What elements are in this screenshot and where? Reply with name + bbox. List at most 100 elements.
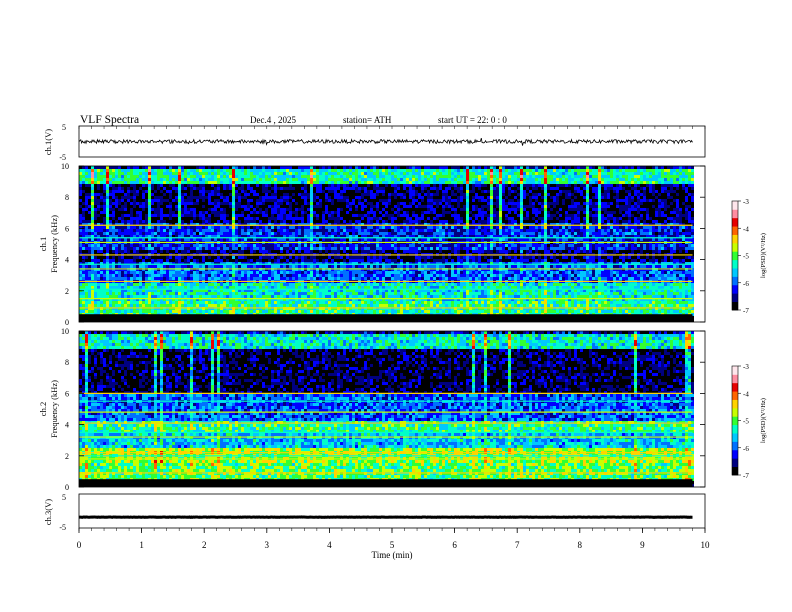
ch1-spec-cell (97, 229, 100, 232)
ch1-spec-cell (208, 304, 211, 307)
ch1-spec-cell (271, 199, 274, 202)
ch1-spec-cell (178, 277, 181, 280)
ch1-spec-cell (361, 208, 364, 211)
ch1-spec-cell (130, 217, 133, 220)
ch1-spec-cell (163, 247, 166, 250)
ch1-spec-cell (337, 265, 340, 268)
ch1-spec-cell (229, 220, 232, 223)
ch1-spec-cell (220, 271, 223, 274)
ch1-spec-cell (118, 187, 121, 190)
ch1-spec-cell (175, 286, 178, 289)
ch1-spec-cell (235, 265, 238, 268)
ch1-spec-cell (184, 217, 187, 220)
ch1-spec-cell (286, 304, 289, 307)
ch1-spec-cell (148, 256, 151, 259)
ch1-spec-cell (340, 178, 343, 181)
ch1-spec-cell (187, 247, 190, 250)
ch1-spec-cell (352, 196, 355, 199)
ch1-spec-cell (115, 256, 118, 259)
ch1-spec-cell (214, 286, 217, 289)
ch1-spec-cell (100, 295, 103, 298)
ch1-spec-cell (139, 175, 142, 178)
ch1-spec-cell (277, 232, 280, 235)
ch1-spec-cell (115, 229, 118, 232)
ch1-spec-cell (130, 265, 133, 268)
ch1-spec-cell (196, 169, 199, 172)
ch1-spec-cell (310, 190, 313, 193)
ch1-spec-cell (166, 199, 169, 202)
ch1-spec-cell (226, 286, 229, 289)
ch1-spec-cell (349, 247, 352, 250)
ch1-spec-cell (199, 226, 202, 229)
ch1-spec-cell (199, 304, 202, 307)
ch1-spec-cell (139, 244, 142, 247)
ch1-spec-cell (196, 247, 199, 250)
ch1-spec-cell (115, 304, 118, 307)
ch1-spec-cell (358, 277, 361, 280)
ch1-spec-cell (208, 205, 211, 208)
ch1-spec-cell (148, 310, 151, 313)
ch1-spec-cell (307, 202, 310, 205)
ch1-spec-cell (262, 310, 265, 313)
ch1-spec-cell (184, 292, 187, 295)
ch1-spec-cell (145, 172, 148, 175)
ch1-spec-cell (235, 226, 238, 229)
ch1-spec-cell (163, 199, 166, 202)
ch1-spec-cell (319, 256, 322, 259)
ch1-spec-cell (244, 214, 247, 217)
ch1-spec-cell (115, 196, 118, 199)
ch1-spec-cell (235, 247, 238, 250)
ch1-spec-cell (346, 274, 349, 277)
ch1-spec-cell (85, 208, 88, 211)
ch1-spec-cell (121, 175, 124, 178)
ch1-spec-cell (97, 277, 100, 280)
ch1-spec-cell (142, 295, 145, 298)
ch1-spec-cell (331, 166, 334, 169)
ch1-spec-cell (106, 181, 109, 184)
ch1-spec-cell (184, 184, 187, 187)
ch1-spec-cell (178, 196, 181, 199)
ch1-spec-cell (241, 196, 244, 199)
ch1-spec-cell (307, 292, 310, 295)
ch1-spec-cell (211, 217, 214, 220)
ch1-spec-cell (133, 301, 136, 304)
ch1-spec-cell (103, 199, 106, 202)
ch1-spec-cell (217, 250, 220, 253)
ch1-spec-cell (193, 187, 196, 190)
ch1-spec-cell (337, 175, 340, 178)
ch1-spec-cell (310, 178, 313, 181)
ch1-spec-cell (346, 196, 349, 199)
ch1-spec-cell (145, 196, 148, 199)
ch1-spec-cell (181, 283, 184, 286)
ch1-spec-cell (151, 172, 154, 175)
ch1-spec-cell (154, 274, 157, 277)
ch1-spec-cell (139, 205, 142, 208)
ch1-spec-cell (166, 274, 169, 277)
ch1-spec-cell (322, 187, 325, 190)
ch1-spec-cell (238, 208, 241, 211)
ch1-spec-cell (94, 301, 97, 304)
ch1-spec-cell (94, 265, 97, 268)
ch1-spec-cell (334, 181, 337, 184)
ch1-spec-cell (196, 190, 199, 193)
ch1-spec-cell (283, 247, 286, 250)
ch1-spec-cell (160, 232, 163, 235)
ch1-spec-cell (214, 211, 217, 214)
ch1-spec-cell (319, 286, 322, 289)
ch1-spec-cell (127, 217, 130, 220)
ch1-spec-cell (154, 295, 157, 298)
ch1-spec-cell (91, 199, 94, 202)
ch1-spec-cell (196, 166, 199, 169)
ch1-spec-cell (232, 169, 235, 172)
ch1-spec-cell (280, 259, 283, 262)
ch1-spec-cell (112, 226, 115, 229)
ch1-spec-cell (223, 256, 226, 259)
ch1-spec-cell (256, 187, 259, 190)
ch1-spec-cell (268, 271, 271, 274)
ch1-spec-cell (160, 175, 163, 178)
ch1-spec-cell (154, 232, 157, 235)
ch1-spec-cell (319, 214, 322, 217)
ch1-spec-cell (214, 247, 217, 250)
ch1-spec-cell (256, 286, 259, 289)
ch1-spec-cell (154, 172, 157, 175)
